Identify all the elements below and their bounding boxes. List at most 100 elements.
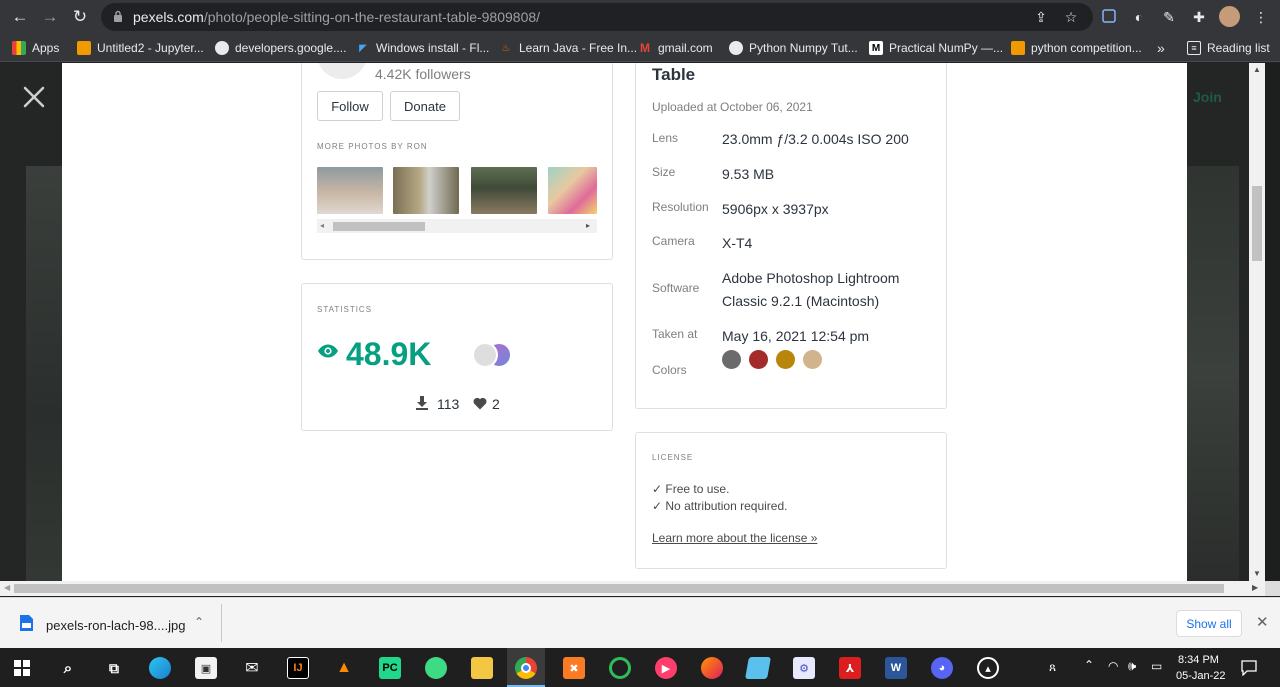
speaker-icon[interactable]: 🕪 [1128,658,1136,674]
vertical-scrollbar[interactable]: ▲ ▼ [1249,63,1265,581]
bookmark-flutter[interactable]: ◤ Windows install - Fl... [356,39,489,57]
bookmark-label: Untitled2 - Jupyter... [97,41,204,55]
bookmark-python-competition[interactable]: python competition... [1011,39,1142,57]
clock-date[interactable]: 05-Jan-22 [1176,670,1226,682]
backdrop-left [0,63,62,581]
control-panel-icon[interactable]: ⚙ [793,657,815,679]
people-icon[interactable]: ጸ [1049,660,1056,675]
scroll-right-icon[interactable]: ▸ [586,221,590,230]
donate-button[interactable]: Donate [390,91,460,121]
scrollbar-corner [1265,581,1280,596]
acrobat-icon[interactable]: ⅄ [839,657,861,679]
backdrop-right: Join [1187,63,1249,581]
scroll-left-icon[interactable]: ◂ [320,221,324,230]
puzzle-icon[interactable]: ✚ [1190,8,1208,26]
more-photos-heading: MORE PHOTOS BY RON [317,142,428,151]
share-icon[interactable]: ⇪ [1032,8,1050,26]
lock-icon [114,10,122,22]
back-arrow-icon[interactable]: ← [10,7,30,27]
store-icon[interactable]: ▣ [195,657,217,679]
wifi-icon[interactable]: ◠ [1108,659,1118,673]
bookmark-jupyter[interactable]: Untitled2 - Jupyter... [77,39,204,57]
profile-avatar[interactable] [1219,6,1240,27]
close-icon[interactable]: ✕ [1256,613,1269,631]
thumbnails-scrollbar[interactable]: ◂ ▸ [317,219,597,233]
clock-time[interactable]: 8:34 PM [1178,654,1219,666]
photographer-avatar[interactable] [317,63,367,79]
word-icon[interactable]: W [885,657,907,679]
vlc-icon[interactable]: ▲ [333,657,355,679]
task-view-icon[interactable]: ⧉ [103,657,125,679]
firefox-icon[interactable] [701,657,723,679]
license-learn-more-link[interactable]: Learn more about the license » [652,531,817,545]
bookmark-practical-numpy[interactable]: M Practical NumPy —... [869,39,1003,57]
scroll-right-icon[interactable]: ▶ [1252,583,1258,592]
chevron-up-icon[interactable]: ⌃ [194,615,204,629]
tray-chevron-up-icon[interactable]: ⌃ [1084,658,1094,672]
backdrop-photo [1187,166,1239,581]
more-photo-thumbnail[interactable] [471,167,537,214]
mail-icon[interactable]: ✉ [241,657,263,679]
horizontal-scrollbar-thumb[interactable] [14,584,1224,593]
show-all-button[interactable]: Show all [1176,610,1242,637]
bookmark-learn-java[interactable]: ♨ Learn Java - Free In... [499,39,638,57]
search-icon[interactable]: ⌕ [57,657,79,679]
xampp-icon[interactable]: ✖ [563,657,585,679]
battery-icon[interactable]: ▭ [1151,659,1162,673]
more-photo-thumbnail[interactable] [317,167,383,214]
color-swatch[interactable] [776,350,795,369]
chrome-taskbar-active[interactable] [507,648,545,687]
bookmark-gmail[interactable]: M gmail.com [638,39,713,57]
notifications-icon[interactable] [1241,660,1257,676]
reading-list-button[interactable]: ≡ Reading list [1187,39,1270,57]
more-photo-thumbnail[interactable] [548,167,597,214]
camera-value: X-T4 [722,235,753,251]
browser-toolbar: ← → ↻ pexels.com/photo/people-sitting-on… [0,0,1280,34]
flutter-icon: ◤ [359,42,367,54]
scroll-down-icon[interactable]: ▼ [1253,569,1261,578]
photos-app-icon[interactable]: ▴ [977,657,999,679]
bookmark-apps[interactable]: Apps [12,39,59,57]
join-button[interactable]: Join [1193,89,1222,105]
views-count: 48.9K [346,336,432,372]
horizontal-scrollbar[interactable]: ◀ ▶ [0,581,1265,596]
scrollbar-thumb[interactable] [333,222,425,231]
maps-pin-icon[interactable] [425,657,447,679]
color-picker-icon[interactable]: ✎ [1160,8,1178,26]
bookmark-developers-google[interactable]: developers.google.... [215,39,346,57]
bookmark-label: Practical NumPy —... [889,41,1004,55]
star-icon[interactable]: ☆ [1062,8,1080,26]
bookmark-numpy-tutorial[interactable]: Python Numpy Tut... [729,39,858,57]
edge-icon[interactable] [149,657,171,679]
color-swatch[interactable] [749,350,768,369]
pycharm-icon[interactable]: PC [379,657,401,679]
extension-icon[interactable] [1100,8,1118,26]
more-photo-thumbnail[interactable] [393,167,459,214]
scroll-left-icon[interactable]: ◀ [4,583,10,592]
reload-icon[interactable]: ↻ [70,7,90,27]
media-player-icon[interactable]: ▶ [655,657,677,679]
menu-kebab-icon[interactable]: ⋮ [1252,8,1270,26]
color-swatch[interactable] [722,350,741,369]
discord-icon[interactable]: ◕ [931,657,953,679]
loading-app-icon[interactable] [609,657,631,679]
file-explorer-icon[interactable] [471,657,493,679]
follow-button[interactable]: Follow [317,91,383,121]
scroll-up-icon[interactable]: ▲ [1253,65,1261,74]
followers-count: 4.42K followers [375,66,471,82]
extension-dark-icon[interactable]: ◐ [1130,8,1148,26]
vertical-scrollbar-thumb[interactable] [1252,186,1262,261]
download-item[interactable]: pexels-ron-lach-98....jpg ⌃ [14,608,219,642]
windows-start-icon[interactable] [14,660,30,676]
notes-app-icon[interactable] [745,657,771,679]
forward-arrow-icon[interactable]: → [40,7,60,27]
windows-taskbar: ⌕ ⧉ ▣ ✉ IJ ▲ PC ✖ ▶ ⚙ ⅄ W ◕ ▴ ጸ ⌃ ◠ 🕪 ▭ … [0,648,1280,687]
address-bar[interactable]: pexels.com/photo/people-sitting-on-the-r… [101,3,1093,31]
close-icon[interactable] [22,85,46,109]
color-swatch[interactable] [803,350,822,369]
statistics-card: STATISTICS 48.9K 113 2 [301,283,613,431]
bookmarks-bar: Apps Untitled2 - Jupyter... developers.g… [0,34,1280,62]
bookmarks-overflow-button[interactable]: » [1157,39,1165,57]
photo-details-card: Table Uploaded at October 06, 2021 Lens … [635,63,947,409]
intellij-icon[interactable]: IJ [287,657,309,679]
